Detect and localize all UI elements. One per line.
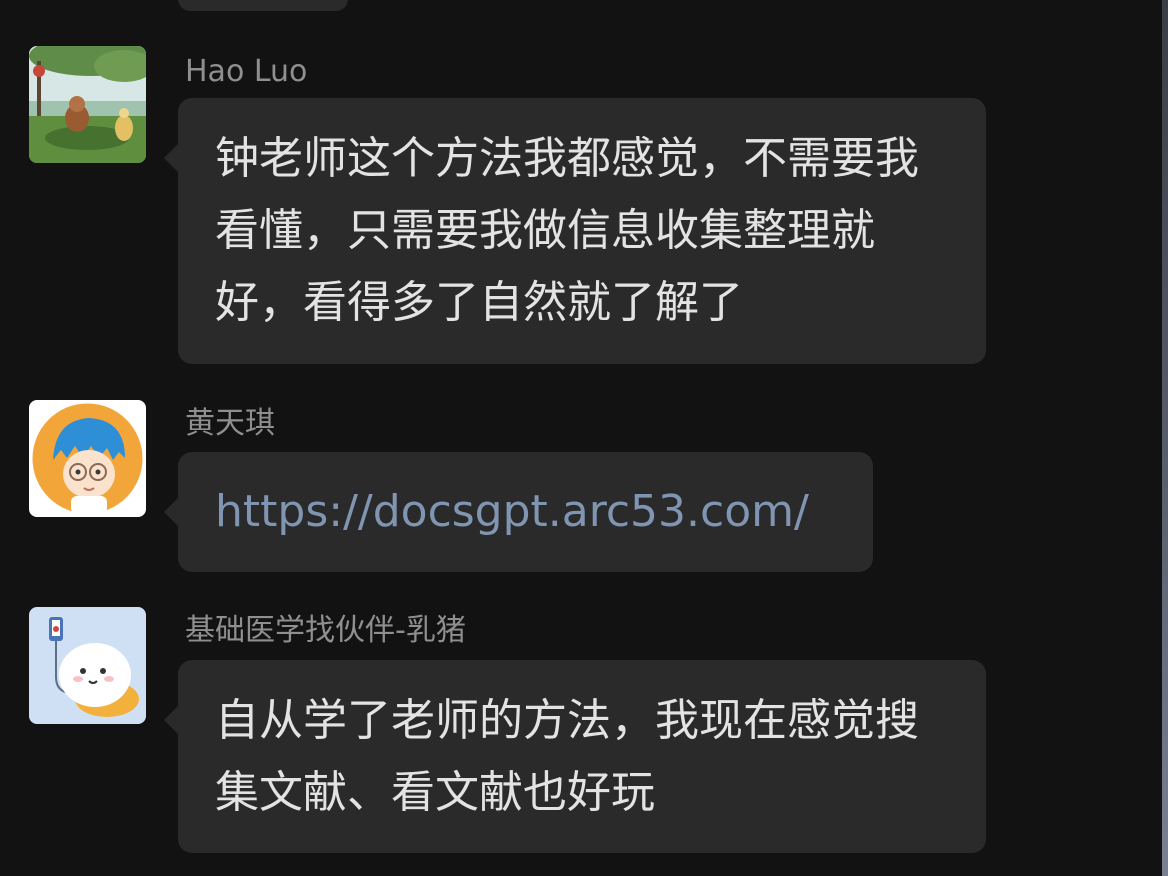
message-bubble[interactable]: 钟老师这个方法我都感觉，不需要我看懂，只需要我做信息收集整理就好，看得多了自然就…: [164, 98, 986, 364]
cartoon-boy-glasses-avatar-icon[interactable]: [29, 400, 146, 517]
sender-name: 黄天琪: [185, 406, 275, 441]
landscape-cartoon-avatar-icon[interactable]: [29, 46, 146, 163]
message-bubble[interactable]: 自从学了老师的方法，我现在感觉搜集文献、看文献也好玩: [164, 660, 986, 853]
message-link[interactable]: https://docsgpt.arc53.com/: [215, 486, 809, 537]
message-bubble[interactable]: https://docsgpt.arc53.com/: [164, 452, 873, 572]
sender-name: Hao Luo: [185, 54, 308, 89]
cute-blob-character-avatar-icon[interactable]: [29, 607, 146, 724]
sender-name: 基础医学找伙伴-乳猪: [185, 613, 466, 648]
previous-message-bubble[interactable]: [178, 0, 348, 11]
window-edge: [1162, 0, 1168, 876]
